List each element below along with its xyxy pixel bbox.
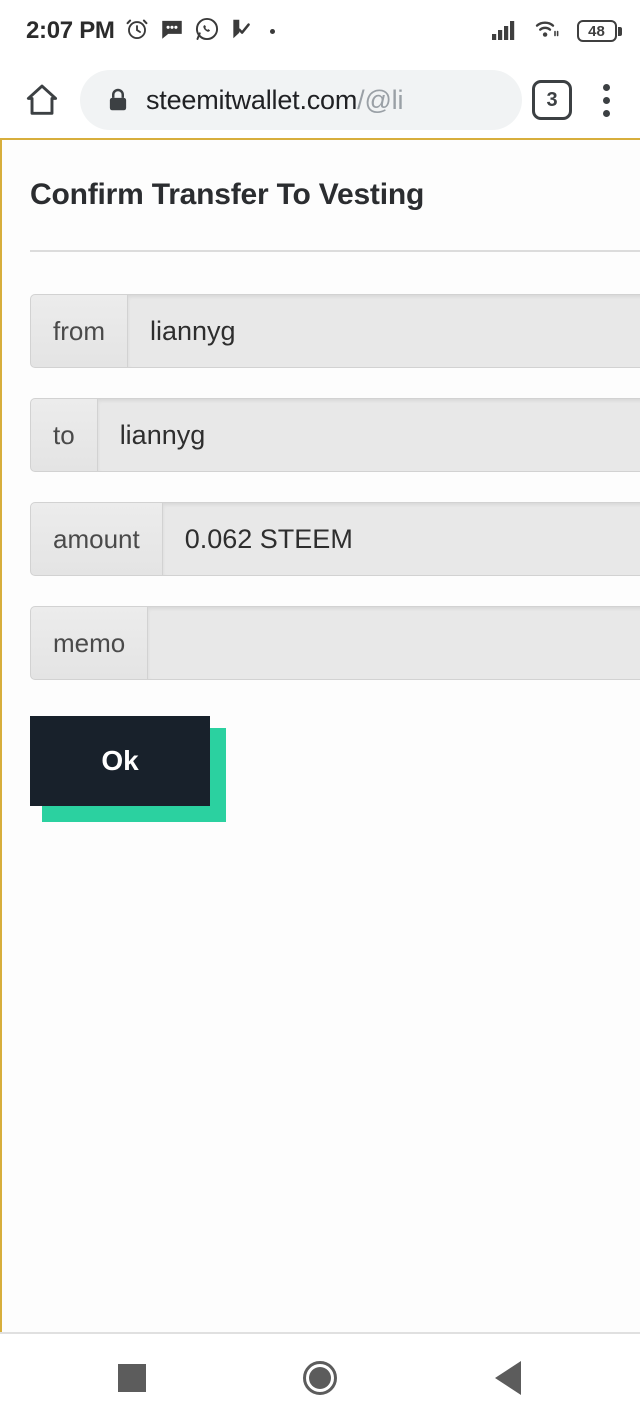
field-value-to[interactable]: liannyg — [97, 398, 640, 472]
ok-button[interactable]: Ok — [30, 716, 210, 806]
table-row: from liannyg — [30, 294, 640, 368]
url-domain: steemitwallet.com — [146, 84, 358, 115]
status-bar-left: 2:07 PM — [26, 16, 275, 47]
action-row: Ok Cancel — [30, 716, 640, 822]
square-recents-icon[interactable] — [96, 1342, 168, 1414]
circle-home-icon[interactable] — [284, 1342, 356, 1414]
table-row: memo — [30, 606, 640, 680]
status-clock: 2:07 PM — [26, 17, 115, 44]
field-label-to: to — [30, 398, 98, 472]
wifi-icon — [534, 17, 564, 46]
lock-icon — [106, 87, 130, 113]
field-label-amount: amount — [30, 502, 163, 576]
field-value-from[interactable]: liannyg — [128, 294, 640, 368]
kebab-menu-icon[interactable] — [586, 78, 626, 122]
alarm-clock-icon — [124, 16, 150, 47]
url-path: /@li — [357, 84, 404, 115]
battery-icon: 48 — [576, 20, 622, 42]
app-notification-icon — [229, 16, 255, 47]
dot-indicator — [269, 28, 275, 34]
battery-level: 48 — [588, 22, 605, 40]
field-value-memo[interactable] — [148, 606, 640, 680]
status-bar: 2:07 PM 48 — [0, 0, 640, 62]
tab-counter-button[interactable]: 3 — [532, 80, 572, 120]
home-icon[interactable] — [16, 74, 68, 126]
page-title: Confirm Transfer To Vesting — [30, 178, 425, 211]
phone-screen: 2:07 PM 48 steemitwallet.com/@li 3 Confi… — [0, 0, 640, 1422]
table-row: to liannyg — [30, 398, 640, 472]
browser-toolbar: steemitwallet.com/@li 3 — [0, 62, 640, 138]
triangle-back-icon[interactable] — [472, 1342, 544, 1414]
field-label-from: from — [30, 294, 128, 368]
webpage-content: Confirm Transfer To Vesting from liannyg… — [0, 138, 640, 1332]
ok-button-wrapper: Ok — [30, 716, 226, 822]
signal-bars-icon — [491, 17, 521, 46]
address-bar[interactable]: steemitwallet.com/@li — [80, 70, 522, 130]
status-bar-right: 48 — [491, 17, 622, 46]
android-nav-bar — [0, 1334, 640, 1422]
messages-icon — [159, 16, 185, 47]
title-divider — [30, 250, 640, 252]
url-text: steemitwallet.com/@li — [146, 85, 403, 116]
whatsapp-icon — [194, 16, 220, 47]
tab-count-label: 3 — [546, 89, 558, 111]
field-value-amount[interactable]: 0.062 STEEM — [162, 502, 640, 576]
table-row: amount 0.062 STEEM — [30, 502, 640, 576]
field-label-memo: memo — [30, 606, 149, 680]
